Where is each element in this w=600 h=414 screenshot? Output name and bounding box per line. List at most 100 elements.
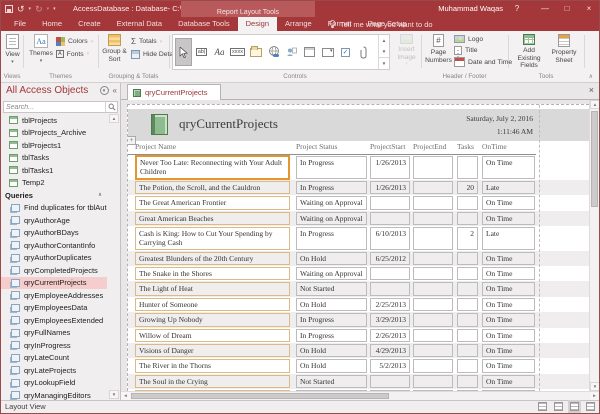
hyperlink-control-button[interactable] (265, 38, 282, 66)
project-start-cell[interactable] (370, 212, 410, 225)
project-status-cell[interactable]: On Hold (296, 298, 367, 311)
ontime-cell[interactable]: On Time (482, 212, 535, 225)
project-start-cell[interactable] (370, 375, 410, 388)
project-status-cell[interactable]: On Hold (296, 252, 367, 265)
document-close-icon[interactable]: × (589, 85, 594, 95)
nav-scroll-down-icon[interactable]: ▼ (109, 390, 119, 399)
group-sort-button[interactable]: Group & Sort (100, 33, 129, 63)
project-start-cell[interactable]: 6/10/2013 (370, 227, 410, 250)
project-name-cell[interactable]: The Potion, the Scroll, and the Cauldron (135, 181, 290, 194)
tell-me-box[interactable]: Tell me what you want to do (321, 17, 441, 31)
button-control-button[interactable]: xxxx (229, 38, 246, 66)
ontime-cell[interactable]: Late (482, 227, 535, 250)
project-status-cell[interactable]: In Progress (296, 181, 367, 194)
project-start-cell[interactable]: 3/29/2013 (370, 313, 410, 326)
totals-button[interactable]: Σ Totals▾ (131, 37, 162, 46)
ontime-cell[interactable]: On Time (482, 298, 535, 311)
themes-button[interactable]: Aa Themes▾ (28, 33, 54, 65)
search-button[interactable] (105, 102, 117, 112)
column-header[interactable]: Project Status (296, 142, 367, 154)
project-end-cell[interactable] (413, 375, 453, 388)
navigation-control-button[interactable] (301, 38, 318, 66)
nav-menu-icon[interactable]: ▾ (100, 86, 109, 95)
scroll-left-icon[interactable]: ◄ (121, 392, 130, 400)
project-end-cell[interactable] (413, 212, 453, 225)
project-start-cell[interactable]: 2/25/2013 (370, 298, 410, 311)
project-end-cell[interactable] (413, 359, 453, 372)
nav-scrollbar[interactable]: ▲ ▼ (109, 114, 119, 399)
horizontal-scrollbar[interactable]: ◄ ► (121, 391, 599, 400)
web-browser-control-button[interactable] (283, 38, 300, 66)
tasks-cell[interactable]: 2 (457, 227, 478, 250)
project-status-cell[interactable]: In Progress (296, 329, 367, 342)
project-end-cell[interactable] (413, 196, 453, 209)
column-header[interactable]: ProjectStart (370, 142, 410, 154)
ontime-cell[interactable]: Late (482, 181, 535, 194)
scroll-up-icon[interactable]: ▲ (590, 100, 600, 109)
nav-object-item[interactable]: qryLateCount ∧ (1, 352, 107, 365)
shutter-close-icon[interactable]: « (113, 86, 117, 95)
colors-button[interactable]: Colors▾ (56, 37, 93, 46)
ribbon-tab[interactable]: Create (70, 17, 109, 31)
project-end-cell[interactable] (413, 344, 453, 357)
project-start-cell[interactable]: 5/2/2013 (370, 359, 410, 372)
tasks-cell[interactable] (457, 156, 478, 179)
title-button[interactable]: Title (454, 46, 478, 55)
project-name-cell[interactable]: The Memory in the Man (135, 390, 290, 391)
tasks-cell[interactable]: 20 (457, 181, 478, 194)
print-preview-button[interactable] (554, 402, 563, 411)
nav-pane-title[interactable]: All Access Objects (6, 85, 88, 96)
tasks-cell[interactable] (457, 359, 478, 372)
page-numbers-button[interactable]: # Page Numbers (425, 33, 452, 64)
nav-object-item[interactable]: tblProjects_Archive ∧ (1, 127, 107, 140)
project-end-cell[interactable] (413, 227, 453, 250)
tasks-cell[interactable] (457, 212, 478, 225)
attachment-control-button[interactable] (355, 38, 372, 66)
layout-selector-icon[interactable]: + (127, 136, 136, 145)
project-status-cell[interactable]: Not Started (296, 390, 367, 391)
ontime-cell[interactable]: On Time (482, 344, 535, 357)
report-title[interactable]: qryCurrentProjects (179, 116, 278, 132)
add-existing-fields-button[interactable]: Add Existing Fields (512, 33, 546, 70)
project-name-cell[interactable]: Great American Beaches (135, 212, 290, 225)
ribbon-tab[interactable]: Database Tools (170, 17, 238, 31)
project-name-cell[interactable]: The Great American Frontier (135, 196, 290, 209)
project-name-cell[interactable]: Never Too Late: Reconnecting with Your A… (135, 155, 290, 180)
nav-object-item[interactable]: qryFullNames ∧ (1, 327, 107, 340)
ontime-cell[interactable]: On Time (482, 282, 535, 295)
tasks-cell[interactable] (457, 344, 478, 357)
project-status-cell[interactable]: In Progress (296, 156, 367, 179)
gallery-scroll-up-icon[interactable]: ▲ (379, 35, 389, 46)
ontime-cell[interactable]: On Time (482, 156, 535, 179)
project-start-cell[interactable]: 2/26/2013 (370, 329, 410, 342)
nav-object-item[interactable]: qryAuthorBDays ∧ (1, 227, 107, 240)
project-name-cell[interactable]: The Soul in the Crying (135, 375, 290, 388)
qat-customize-icon[interactable]: ▾ (53, 6, 56, 12)
tab-control-button[interactable] (247, 38, 264, 66)
project-name-cell[interactable]: Hunter of Someone (135, 298, 290, 311)
nav-object-item[interactable]: qryEmployeeAddresses ∧ (1, 289, 107, 302)
nav-object-item[interactable]: qryEmployeesData ∧ (1, 302, 107, 315)
document-tab[interactable]: qryCurrentProjects (127, 84, 221, 100)
project-end-cell[interactable] (413, 329, 453, 342)
project-status-cell[interactable]: On Hold (296, 359, 367, 372)
project-status-cell[interactable]: Not Started (296, 375, 367, 388)
ribbon-tab[interactable]: Design (238, 17, 277, 31)
project-status-cell[interactable]: Waiting on Approval (296, 212, 367, 225)
nav-object-item[interactable]: qryAuthorContantInfo ∧ (1, 239, 107, 252)
ontime-cell[interactable]: On Time (482, 359, 535, 372)
project-name-cell[interactable]: The Light of Heat (135, 282, 290, 295)
nav-object-item[interactable]: qryManagingEditors ∧ (1, 389, 107, 400)
nav-object-item[interactable]: qryLookupField ∧ (1, 377, 107, 390)
project-start-cell[interactable]: 1/26/2013 (370, 156, 410, 179)
project-name-cell[interactable]: Greatest Blunders of the 20th Century (135, 252, 290, 265)
tasks-cell[interactable] (457, 196, 478, 209)
undo-dropdown-icon[interactable]: ▾ (29, 6, 32, 12)
nav-object-item[interactable]: qryAuthorAge ∧ (1, 214, 107, 227)
ribbon-tab[interactable]: File (6, 17, 34, 31)
date-time-button[interactable]: Date and Time (454, 57, 512, 67)
project-name-cell[interactable]: Willow of Dream (135, 329, 290, 342)
project-start-cell[interactable] (370, 390, 410, 391)
select-tool[interactable] (175, 38, 192, 66)
project-start-cell[interactable] (370, 196, 410, 209)
